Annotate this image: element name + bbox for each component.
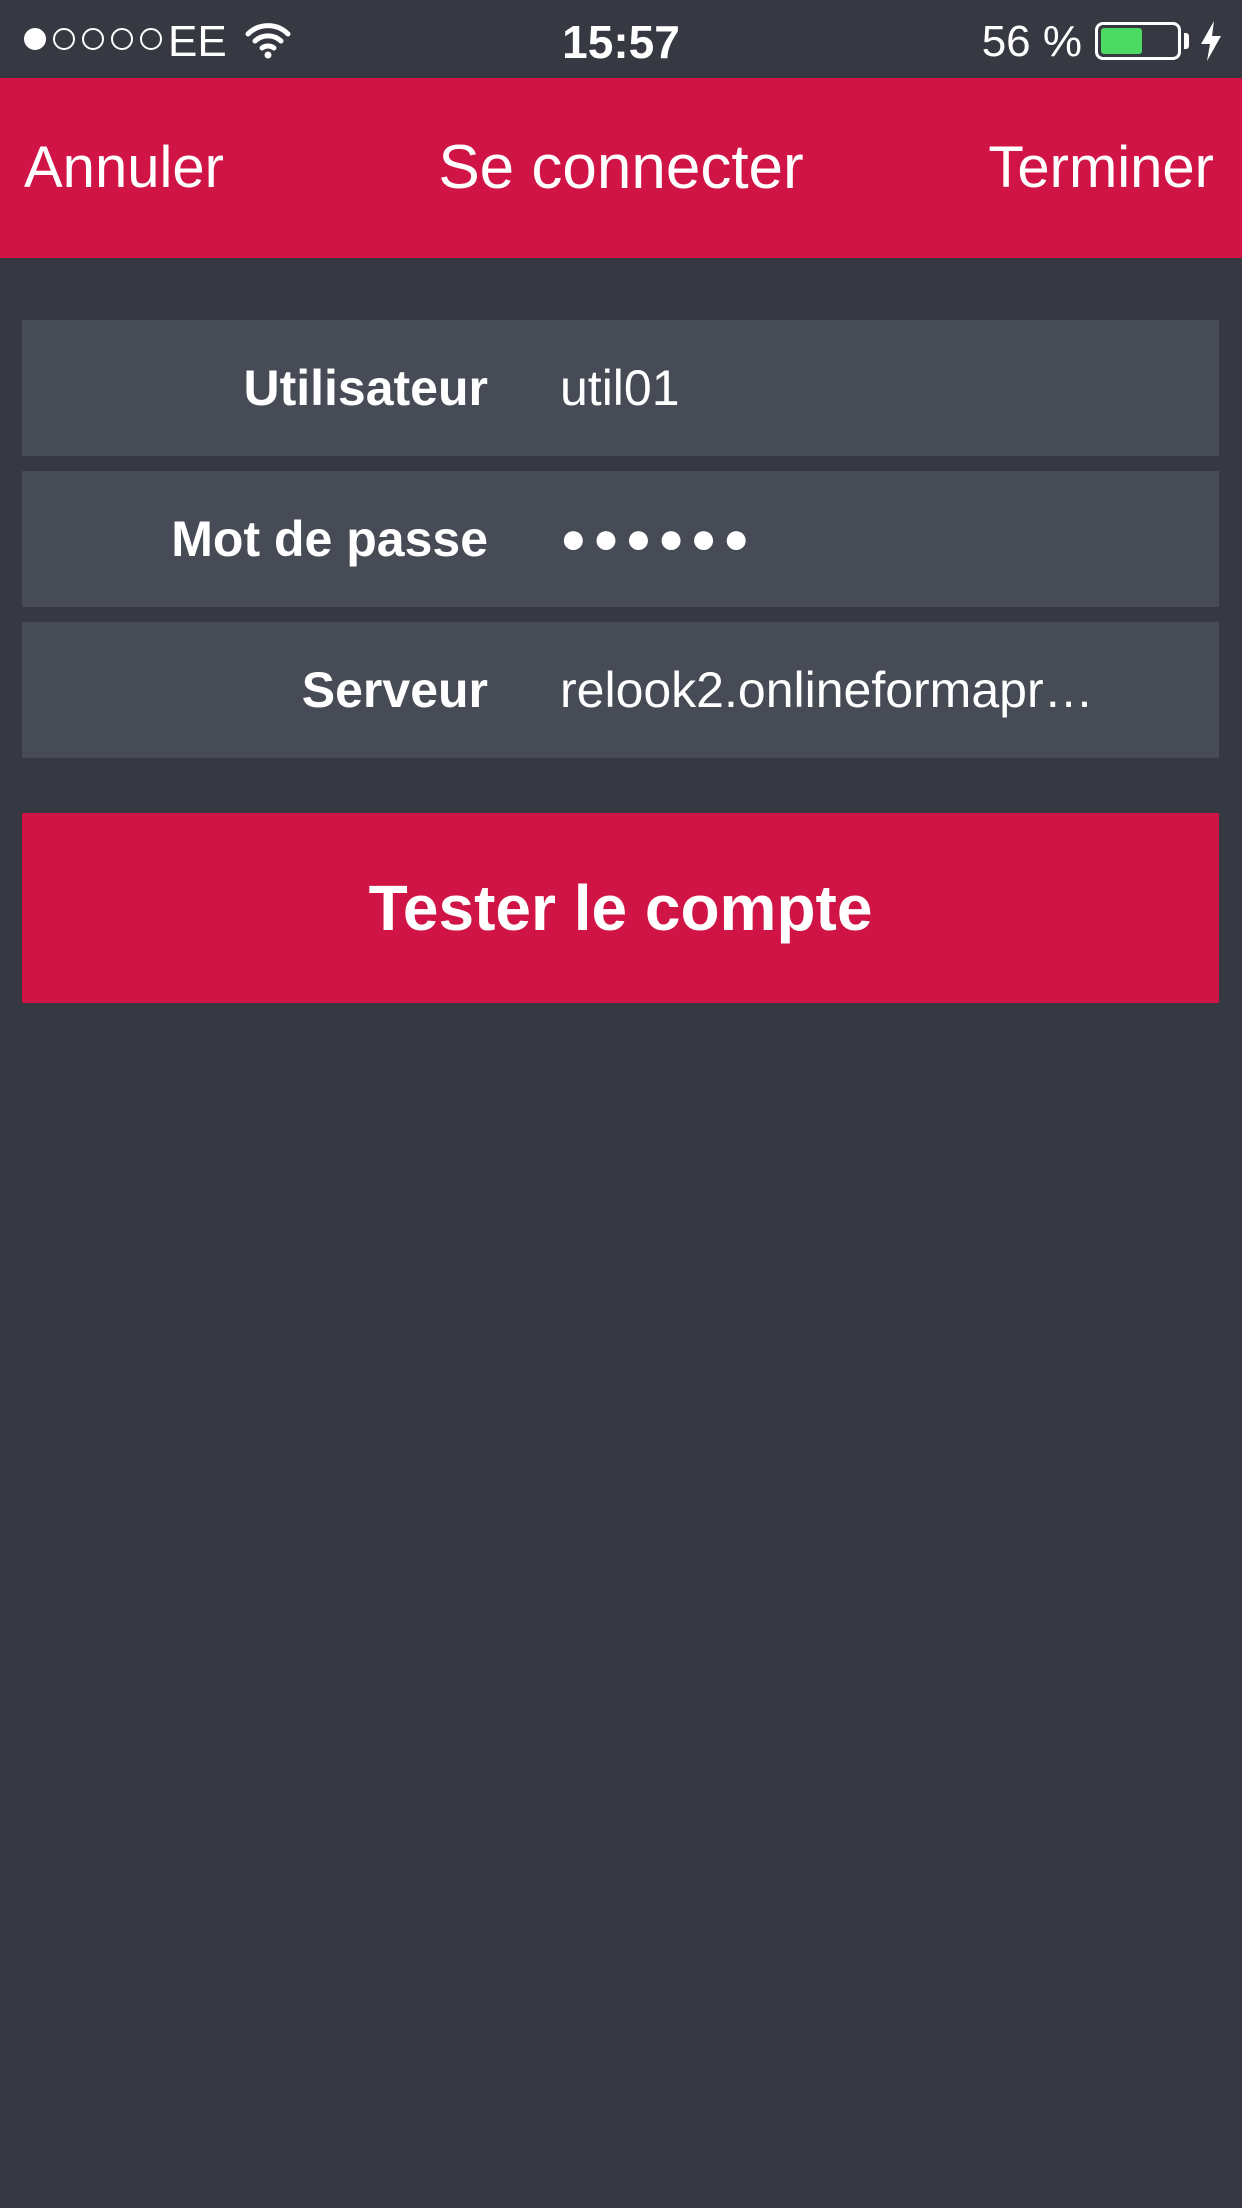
password-row[interactable]: Mot de passe ●●●●●● [22, 471, 1219, 607]
cancel-button[interactable]: Annuler [24, 135, 224, 201]
charging-bolt-icon [1198, 20, 1224, 67]
done-button[interactable]: Terminer [988, 135, 1214, 201]
server-label: Serveur [301, 662, 488, 718]
password-label: Mot de passe [171, 511, 488, 567]
status-bar: EE 15:57 56 % [0, 0, 1242, 78]
battery-icon [1095, 22, 1181, 60]
test-account-button[interactable]: Tester le compte [22, 813, 1219, 1003]
server-field[interactable]: relook2.onlineformapr… [560, 622, 1149, 758]
user-label: Utilisateur [243, 360, 488, 416]
battery-percentage: 56 % [981, 17, 1082, 66]
battery-tip [1184, 33, 1189, 49]
navigation-bar: Annuler Se connecter Terminer [0, 78, 1242, 258]
user-row[interactable]: Utilisateur util01 [22, 320, 1219, 456]
user-field[interactable]: util01 [560, 320, 1149, 456]
password-field[interactable]: ●●●●●● [560, 471, 1149, 607]
server-row[interactable]: Serveur relook2.onlineformapr… [22, 622, 1219, 758]
battery-fill [1101, 28, 1142, 54]
